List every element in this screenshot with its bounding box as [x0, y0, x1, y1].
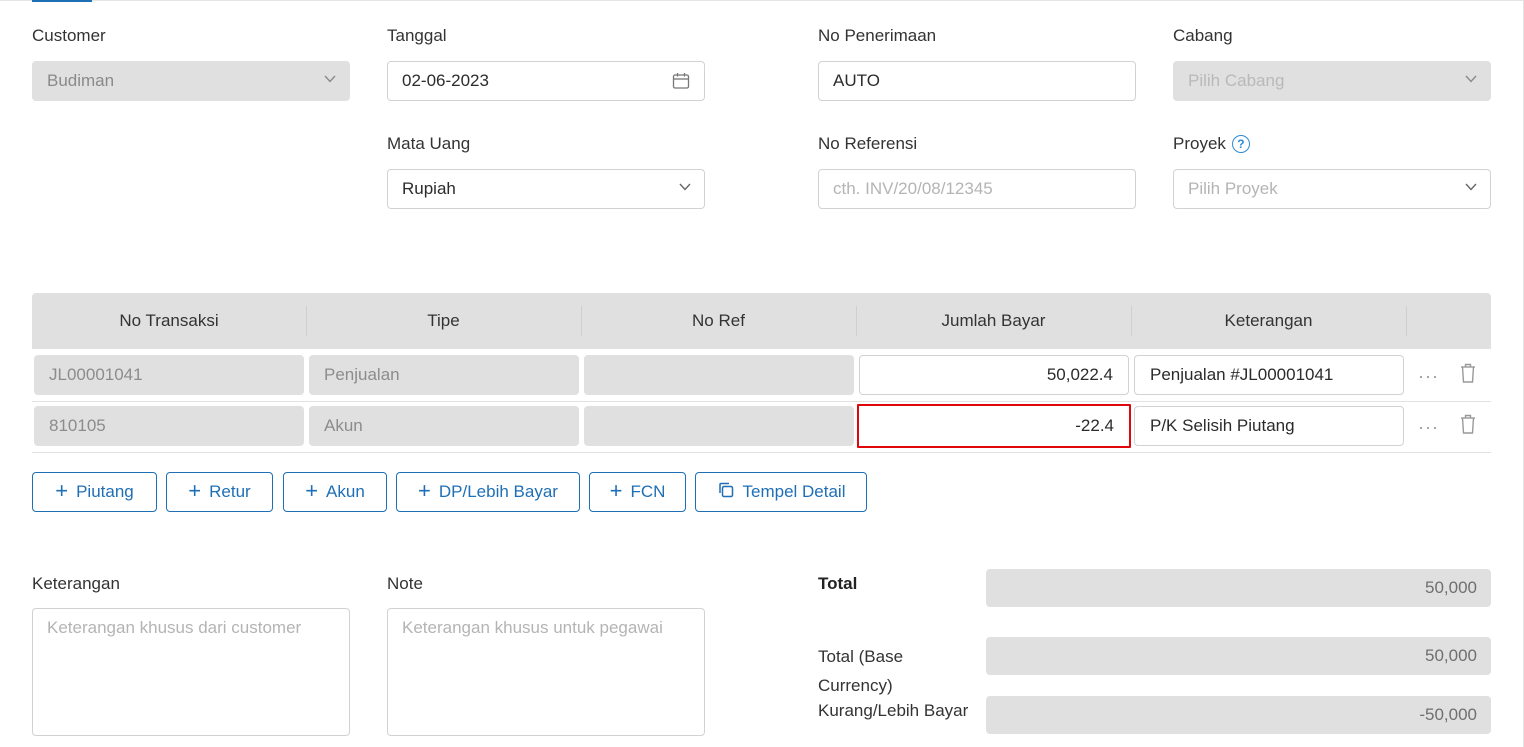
no-referensi-placeholder: cth. INV/20/08/12345	[833, 179, 993, 198]
mata-uang-select[interactable]: Rupiah	[387, 169, 705, 209]
table-row: 810105 Akun -22.4 P/K Selisih Piutang ··…	[32, 401, 1491, 453]
th-keterangan: Keterangan	[1224, 311, 1313, 330]
th-no-transaksi: No Transaksi	[119, 311, 219, 330]
button-label: Retur	[209, 482, 251, 501]
tanggal-input[interactable]: 02-06-2023	[387, 61, 705, 101]
add-akun-button[interactable]: + Akun	[283, 472, 387, 512]
proyek-label: Proyek?	[1173, 134, 1250, 154]
th-no-ref: No Ref	[692, 311, 745, 330]
cabang-placeholder: Pilih Cabang	[1188, 71, 1285, 90]
total-value: 50,000	[986, 569, 1491, 607]
cell-keterangan-input[interactable]: P/K Selisih Piutang	[1134, 406, 1404, 446]
total-label: Total	[818, 574, 858, 593]
cell-jumlah-bayar-input-highlighted[interactable]: -22.4	[857, 404, 1131, 448]
copy-icon	[717, 481, 735, 504]
proyek-label-text: Proyek	[1173, 134, 1226, 153]
plus-icon: +	[55, 478, 69, 503]
trash-icon[interactable]	[1459, 362, 1477, 389]
tanggal-label: Tanggal	[387, 26, 447, 45]
cell-tipe: Akun	[309, 406, 579, 446]
header-divider	[1406, 306, 1407, 336]
no-penerimaan-input[interactable]: AUTO	[818, 61, 1136, 101]
kurang-lebih-bayar-label: Kurang/Lebih Bayar	[818, 701, 969, 720]
th-jumlah-bayar: Jumlah Bayar	[941, 311, 1046, 330]
more-options-icon[interactable]: ···	[1418, 366, 1439, 387]
button-label: Tempel Detail	[742, 482, 846, 501]
button-label: Piutang	[76, 482, 134, 501]
customer-select[interactable]: Budiman	[32, 61, 350, 101]
total-base-currency-label: Total (Base Currency)	[818, 642, 903, 700]
chevron-down-icon	[679, 183, 691, 194]
tanggal-value: 02-06-2023	[402, 71, 489, 90]
mata-uang-value: Rupiah	[402, 179, 456, 198]
th-tipe: Tipe	[427, 311, 460, 330]
cell-no-transaksi: 810105	[34, 406, 304, 446]
no-referensi-label: No Referensi	[818, 134, 918, 153]
calendar-icon[interactable]	[672, 72, 690, 95]
trash-icon[interactable]	[1459, 413, 1477, 440]
more-options-icon[interactable]: ···	[1418, 417, 1439, 438]
add-dp-lebih-bayar-button[interactable]: + DP/Lebih Bayar	[396, 472, 580, 512]
cabang-label: Cabang	[1173, 26, 1233, 45]
button-label: FCN	[630, 482, 666, 501]
add-retur-button[interactable]: + Retur	[166, 472, 273, 512]
button-label: Akun	[326, 482, 365, 501]
keterangan-textarea[interactable]: Keterangan khusus dari customer	[32, 608, 350, 736]
add-piutang-button[interactable]: + Piutang	[32, 472, 157, 512]
tempel-detail-button[interactable]: Tempel Detail	[695, 472, 867, 512]
customer-label: Customer	[32, 26, 106, 45]
cabang-select[interactable]: Pilih Cabang	[1173, 61, 1491, 101]
active-tab-indicator	[32, 0, 92, 2]
table-row: JL00001041 Penjualan 50,022.4 Penjualan …	[32, 350, 1491, 402]
table-header: No Transaksi Tipe No Ref Jumlah Bayar Ke…	[32, 293, 1491, 349]
total-base-line2: Currency)	[818, 676, 893, 695]
cell-no-ref	[584, 355, 854, 395]
cell-tipe: Penjualan	[309, 355, 579, 395]
no-referensi-input[interactable]: cth. INV/20/08/12345	[818, 169, 1136, 209]
chevron-down-icon	[1465, 75, 1477, 86]
total-base-currency-value: 50,000	[986, 637, 1491, 675]
plus-icon: +	[609, 478, 623, 503]
chevron-down-icon	[324, 75, 336, 86]
kurang-lebih-bayar-value: -50,000	[986, 696, 1491, 734]
chevron-down-icon	[1465, 183, 1477, 194]
plus-icon: +	[188, 478, 202, 503]
no-penerimaan-label: No Penerimaan	[818, 26, 937, 45]
plus-icon: +	[418, 478, 431, 503]
top-border	[0, 0, 1524, 1]
keterangan-label: Keterangan	[32, 574, 120, 593]
cell-keterangan-input[interactable]: Penjualan #JL00001041	[1134, 355, 1404, 395]
customer-value: Budiman	[47, 71, 115, 90]
button-label: DP/Lebih Bayar	[438, 482, 558, 501]
proyek-placeholder: Pilih Proyek	[1188, 179, 1278, 198]
cell-no-ref	[584, 406, 854, 446]
plus-icon: +	[305, 478, 319, 503]
mata-uang-label: Mata Uang	[387, 134, 471, 153]
cell-no-transaksi: JL00001041	[34, 355, 304, 395]
note-textarea[interactable]: Keterangan khusus untuk pegawai	[387, 608, 705, 736]
no-penerimaan-value: AUTO	[833, 71, 880, 90]
proyek-select[interactable]: Pilih Proyek	[1173, 169, 1491, 209]
add-fcn-button[interactable]: + FCN	[589, 472, 686, 512]
note-label: Note	[387, 574, 423, 593]
help-icon[interactable]: ?	[1231, 134, 1250, 153]
total-base-line1: Total (Base	[818, 647, 904, 666]
cell-jumlah-bayar-input[interactable]: 50,022.4	[859, 355, 1129, 395]
